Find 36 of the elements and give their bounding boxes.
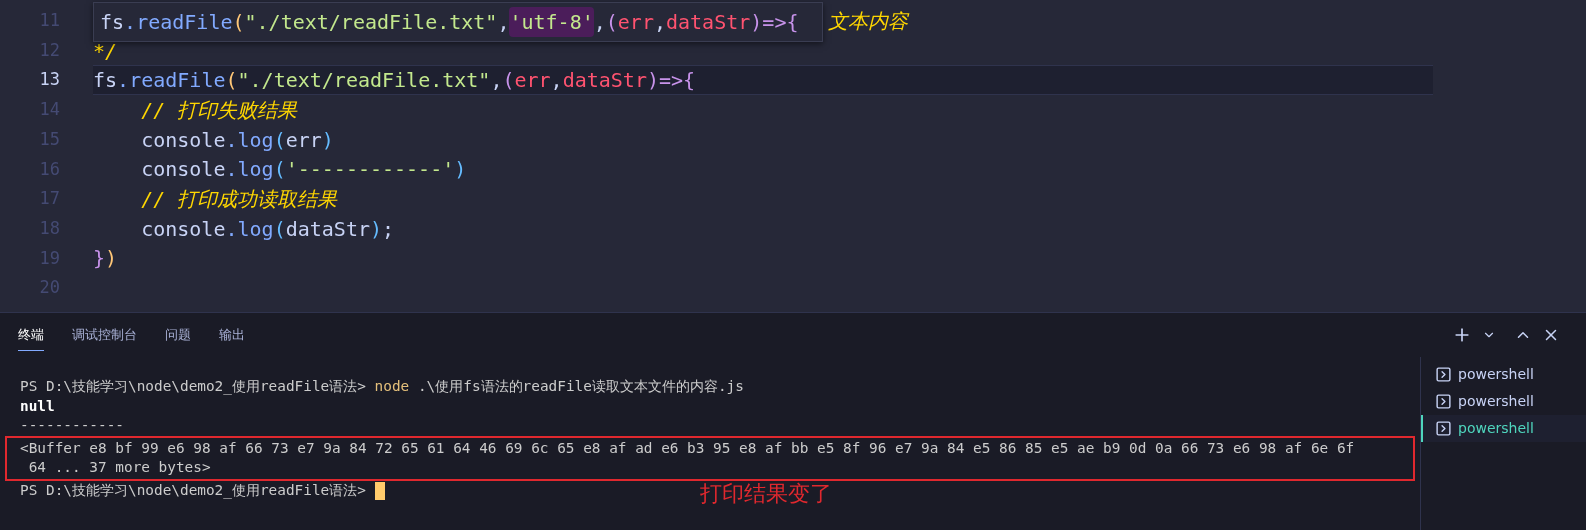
line-number: 11 [38, 9, 60, 33]
terminal-line: null [20, 396, 55, 416]
code-line: fs.readFile("./text/readFile.txt",(err,dataStr)=>{ [93, 67, 696, 95]
code-line: }) [93, 245, 118, 273]
line-number: 18 [38, 216, 60, 240]
line-number: 15 [38, 127, 60, 151]
code-line: // 打印成功读取结果 [140, 185, 338, 213]
annotation-text: 打印结果变了 [700, 483, 832, 505]
terminal-session[interactable]: powershell [1421, 361, 1586, 388]
code-line: console.log(err) [140, 126, 334, 154]
line-number: 12 [38, 38, 60, 62]
code-line: console.log(dataStr); [140, 215, 395, 243]
panel-tab[interactable]: 调试控制台 [72, 318, 137, 352]
line-number: 13 [38, 68, 60, 92]
terminal-session[interactable]: powershell [1421, 415, 1586, 442]
line-number: 19 [38, 246, 60, 270]
code-line: console.log('------------') [140, 156, 467, 184]
terminal-line: 64 ... 37 more bytes> [27, 458, 211, 478]
panel-tab[interactable]: 输出 [219, 318, 245, 352]
line-number: 16 [38, 157, 60, 181]
code-line: 文本内容 [828, 7, 908, 35]
line-number: 17 [38, 187, 60, 211]
terminal-line: <Buffer e8 bf 99 e6 98 af 66 73 e7 9a 84 72 65 61 64 46 69 6c 65 e8 af ad e6 b3 95 e8 af bb e5 8f 96 e7 9a 84 e5 86 85 e5 ae b9 0d 0a 66 73 e6 98 af 6e 6f [20, 438, 1355, 458]
terminal-session[interactable]: powershell [1421, 388, 1586, 415]
terminal-line: PS D:\技能学习\node\demo2_使用readFile语法> node .\使用fs语法的readFile读取文本文件的内容.js [20, 377, 744, 397]
panel-tab[interactable]: 问题 [165, 318, 191, 352]
line-number: 14 [38, 98, 60, 122]
code-line: // 打印失败结果 [140, 96, 298, 124]
terminal-icon [1435, 420, 1452, 437]
terminal-icon [1435, 393, 1452, 410]
line-number: 20 [38, 276, 60, 300]
terminal-line: ------------ [20, 416, 124, 436]
terminal-line: PS D:\技能学习\node\demo2_使用readFile语法> [20, 480, 385, 501]
peek-overlay: fs.readFile("./text/readFile.txt",'utf-8',(err,dataStr)=>{ [93, 2, 823, 42]
panel-tab[interactable]: 终端 [18, 318, 44, 352]
terminal-icon [1435, 366, 1452, 383]
